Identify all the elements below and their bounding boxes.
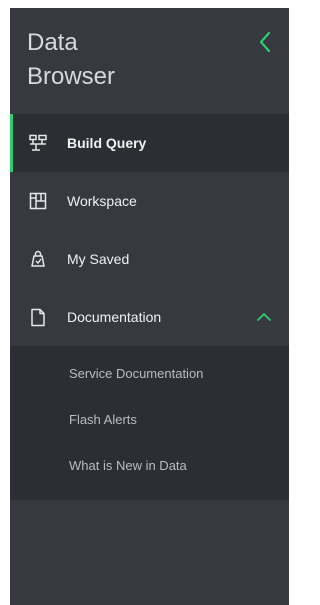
collapse-sidebar-button[interactable] [255, 29, 275, 55]
sidebar-item-label: Build Query [67, 135, 147, 151]
sidebar-item-workspace[interactable]: Workspace [10, 172, 289, 230]
app-title: Data Browser [27, 29, 116, 90]
sidebar-item-label: Workspace [67, 193, 137, 209]
document-icon [27, 307, 49, 327]
documentation-submenu: Service Documentation Flash Alerts What … [10, 346, 289, 500]
chevron-left-icon [259, 31, 271, 53]
active-indicator [10, 114, 13, 172]
sidebar-header: Data Browser [10, 8, 289, 114]
sidebar-item-documentation[interactable]: Documentation [10, 288, 289, 346]
sidebar-item-build-query[interactable]: Build Query [10, 114, 289, 172]
submenu-item-flash-alerts[interactable]: Flash Alerts [10, 396, 289, 442]
chevron-up-icon[interactable] [255, 308, 273, 326]
submenu-item-whats-new[interactable]: What is New in Data [10, 442, 289, 488]
saved-icon [27, 249, 49, 269]
sidebar-nav: Build Query Workspace My Saved Documenta… [10, 114, 289, 500]
sidebar-item-my-saved[interactable]: My Saved [10, 230, 289, 288]
query-builder-icon [27, 133, 49, 153]
sidebar-item-label: Documentation [67, 309, 162, 325]
workspace-icon [27, 191, 49, 211]
sidebar-item-label: My Saved [67, 251, 130, 267]
submenu-item-service-documentation[interactable]: Service Documentation [10, 350, 289, 396]
sidebar: Data Browser Build Query Workspace My Sa… [10, 8, 289, 605]
